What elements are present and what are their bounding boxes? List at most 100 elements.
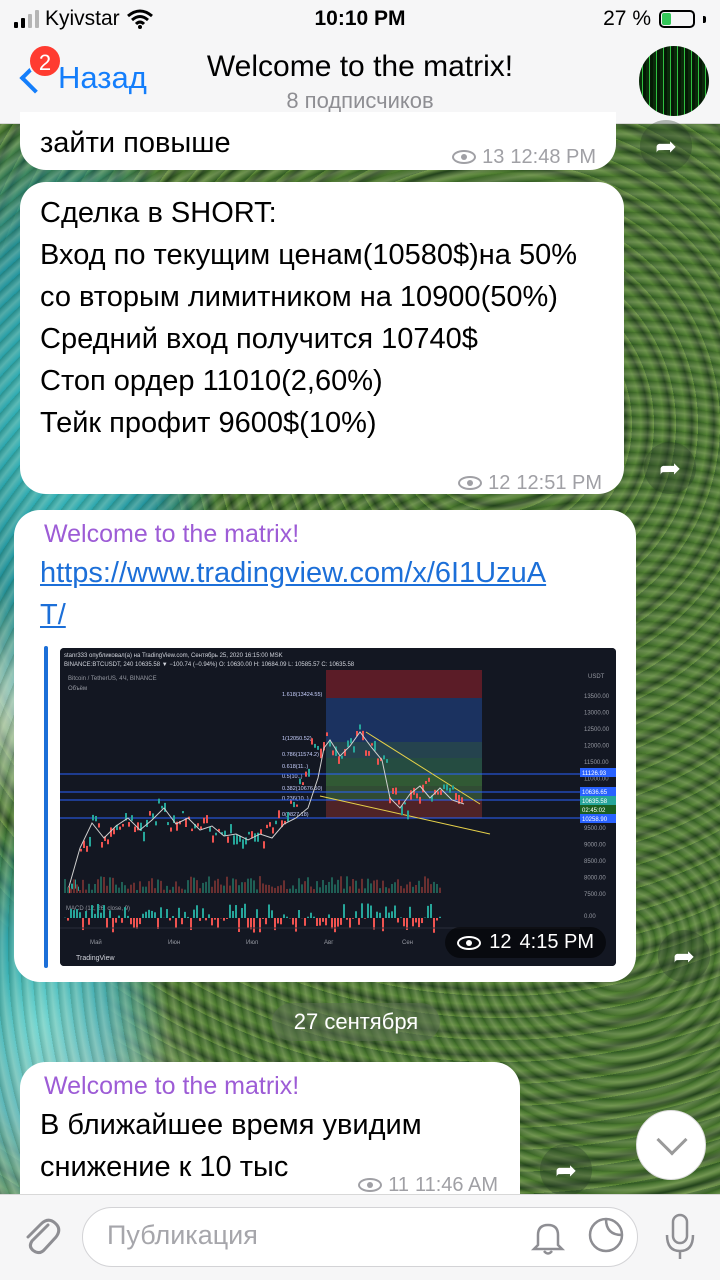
scroll-down-button[interactable] xyxy=(636,1110,706,1180)
macd-bar xyxy=(226,918,228,919)
macd-bar xyxy=(181,918,183,925)
volume-bar xyxy=(349,886,351,893)
volume-bar xyxy=(121,881,123,893)
volume-bar xyxy=(88,883,90,893)
share-button[interactable]: ➦ xyxy=(540,1144,592,1196)
candle xyxy=(263,841,265,849)
eye-icon xyxy=(457,935,482,950)
channel-title[interactable]: Welcome to the matrix! xyxy=(0,50,720,84)
share-button[interactable]: ➦ xyxy=(658,930,710,982)
share-button[interactable]: ➦ xyxy=(644,442,696,494)
volume-bar xyxy=(196,880,198,893)
volume-bar xyxy=(325,885,327,893)
macd-bar xyxy=(253,918,255,933)
sender-name[interactable]: Welcome to the matrix! xyxy=(44,516,299,552)
macd-bar xyxy=(307,916,309,918)
volume-bar xyxy=(130,884,132,893)
share-button[interactable]: ➦ xyxy=(640,120,692,172)
macd-bar xyxy=(175,918,177,928)
volume-bar xyxy=(322,880,324,893)
candle xyxy=(392,788,394,794)
candle xyxy=(224,830,226,836)
candle xyxy=(383,755,385,760)
macd-bar xyxy=(202,908,204,918)
volume-bar xyxy=(220,884,222,893)
volume-bar xyxy=(133,882,135,893)
volume-bar xyxy=(100,876,102,893)
volume-bar xyxy=(217,878,219,893)
volume-bar xyxy=(67,887,69,893)
eye-icon xyxy=(358,1178,383,1192)
candle xyxy=(257,832,259,842)
candle xyxy=(128,822,130,827)
link-preview-image[interactable]: stanr333 опубликовал(а) на TradingView.c… xyxy=(60,648,616,966)
eye-icon xyxy=(458,476,483,490)
macd-bar xyxy=(247,918,249,928)
candle xyxy=(107,839,109,845)
volume-bar xyxy=(403,888,405,893)
macd-bar xyxy=(217,918,219,928)
sticker-icon[interactable] xyxy=(586,1215,626,1255)
macd-bar xyxy=(325,918,327,926)
date-separator: 27 сентября xyxy=(272,1003,440,1041)
candle xyxy=(149,811,151,816)
message-bubble[interactable]: зайти повыше 13 12:48 PM xyxy=(20,112,616,170)
volume-bar xyxy=(211,886,213,893)
candle xyxy=(143,831,145,842)
tradingview-brand: TradingView xyxy=(76,955,115,962)
month-label: Авг xyxy=(324,940,334,946)
price-tick-label: 11500.00 xyxy=(584,760,609,766)
macd-bar xyxy=(136,918,138,929)
bell-icon[interactable] xyxy=(528,1217,568,1257)
candle xyxy=(377,758,379,765)
microphone-icon[interactable] xyxy=(660,1211,700,1263)
price-tick-label: 9500.00 xyxy=(584,826,606,832)
sender-name[interactable]: Welcome to the matrix! xyxy=(44,1068,299,1104)
paperclip-icon[interactable] xyxy=(18,1213,64,1259)
message-link[interactable]: https://www.tradingview.com/x/6I1UzuAT/ xyxy=(40,552,560,636)
macd-bar xyxy=(313,916,315,918)
macd-bar xyxy=(382,918,384,932)
candle xyxy=(440,790,442,795)
volume-bar xyxy=(289,888,291,893)
volume-bar xyxy=(346,876,348,893)
macd-bar xyxy=(427,905,429,918)
macd-bar xyxy=(115,918,117,923)
image-meta: 12 4:15 PM xyxy=(445,927,606,958)
volume-bar xyxy=(178,886,180,893)
macd-bar xyxy=(130,918,132,925)
candle xyxy=(266,824,268,829)
battery-percent: 27 % xyxy=(603,7,651,30)
macd-bar xyxy=(148,909,150,918)
message-bubble[interactable]: Welcome to the matrix! В ближайшее время… xyxy=(20,1062,520,1196)
macd-bar xyxy=(85,911,87,918)
channel-avatar[interactable] xyxy=(639,46,709,116)
macd-bar xyxy=(295,918,297,932)
macd-bar xyxy=(355,911,357,918)
volume-bar xyxy=(433,881,435,893)
volume-bar xyxy=(256,889,258,893)
volume-bar xyxy=(268,884,270,893)
volume-bar xyxy=(421,886,423,893)
macd-bar xyxy=(88,918,90,925)
message-text: Сделка в SHORT: Вход по текущим ценам(10… xyxy=(40,197,578,439)
volume-bar xyxy=(391,883,393,893)
view-count: 12 xyxy=(488,472,511,494)
macd-bar xyxy=(112,918,114,933)
candle xyxy=(449,787,451,793)
candle xyxy=(368,751,370,756)
volume-bar xyxy=(295,888,297,893)
macd-bar xyxy=(109,910,111,918)
price-tick-label: 0.00 xyxy=(584,914,596,920)
message-text: зайти повыше xyxy=(40,127,231,159)
candle xyxy=(326,732,328,737)
candle xyxy=(242,839,244,849)
candle xyxy=(374,740,376,751)
candle xyxy=(158,798,160,804)
volume-bar xyxy=(181,888,183,893)
macd-bar xyxy=(370,905,372,918)
volume-bar xyxy=(262,883,264,893)
volume-bar xyxy=(214,880,216,893)
message-bubble[interactable]: Сделка в SHORT: Вход по текущим ценам(10… xyxy=(20,182,624,494)
macd-bar xyxy=(403,918,405,927)
